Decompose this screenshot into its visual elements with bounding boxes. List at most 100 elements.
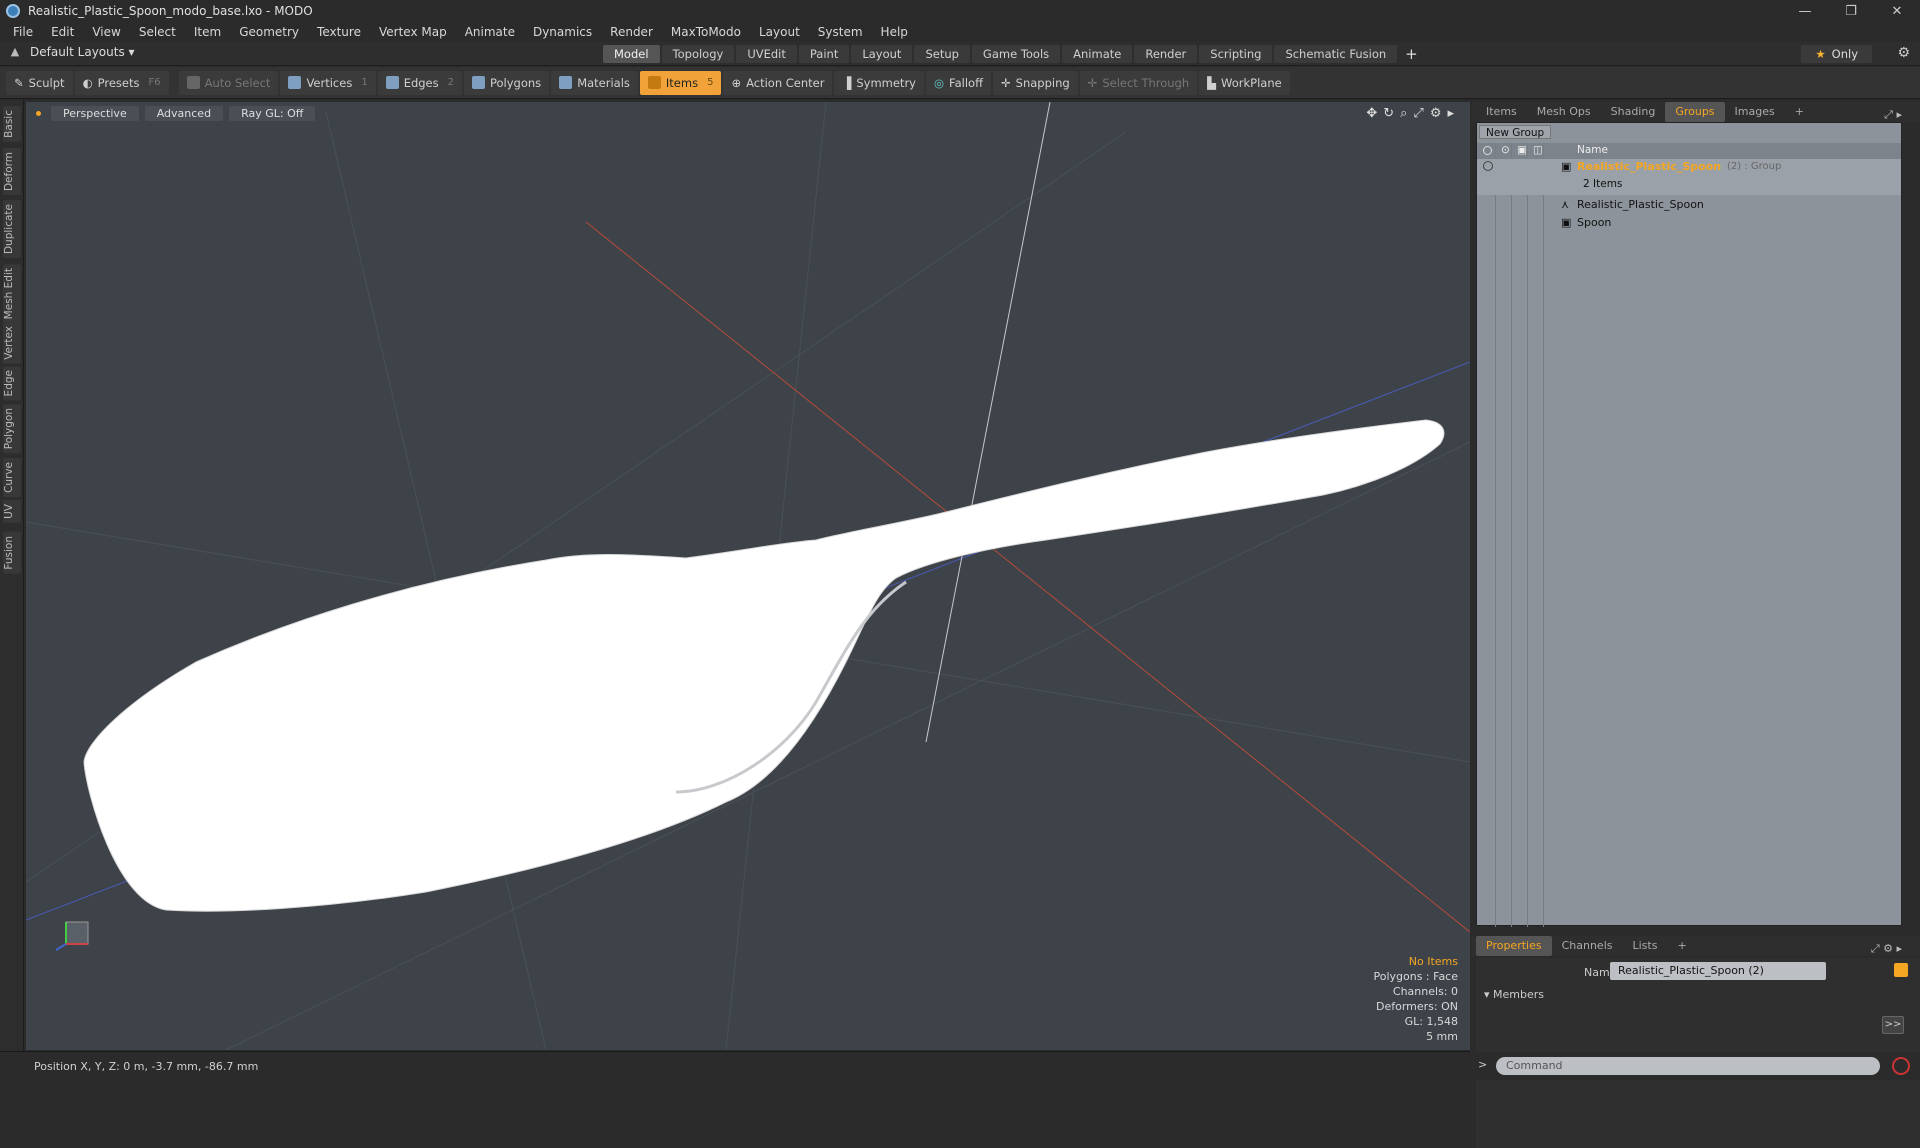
shading-dropdown[interactable]: Advanced bbox=[144, 106, 224, 121]
strip-tab-duplicate[interactable]: Duplicate bbox=[3, 200, 21, 259]
tab-topology[interactable]: Topology bbox=[661, 45, 735, 63]
groups-list[interactable]: New Group ⊙ ▣ ◫ Name ▣ Realistic_Plastic… bbox=[1476, 122, 1902, 927]
presets-label: Presets bbox=[97, 75, 140, 90]
tab-animate[interactable]: Animate bbox=[1062, 45, 1133, 63]
strip-tab-edge[interactable]: Edge bbox=[3, 366, 21, 401]
menu-system[interactable]: System bbox=[809, 25, 872, 39]
record-icon[interactable] bbox=[1892, 1057, 1910, 1075]
menu-render[interactable]: Render bbox=[601, 25, 662, 39]
props-expand-icon[interactable]: ⤢ ⚙ ▸ bbox=[1861, 939, 1912, 959]
strip-tab-polygon[interactable]: Polygon bbox=[3, 404, 21, 454]
tab-lists[interactable]: Lists bbox=[1623, 936, 1668, 956]
tab-setup[interactable]: Setup bbox=[914, 45, 970, 63]
gear-icon[interactable]: ⚙ bbox=[1897, 45, 1910, 61]
add-tab-button[interactable]: + bbox=[1399, 45, 1424, 63]
new-group-button[interactable]: New Group bbox=[1479, 125, 1552, 139]
strip-tab-deform[interactable]: Deform bbox=[3, 148, 21, 196]
edges-button[interactable]: Edges 2 bbox=[377, 70, 462, 95]
menu-dynamics[interactable]: Dynamics bbox=[524, 25, 601, 39]
tab-images[interactable]: Images bbox=[1725, 102, 1785, 122]
items-button[interactable]: Items 5 bbox=[639, 70, 722, 95]
restore-button[interactable]: ❐ bbox=[1828, 0, 1874, 22]
tab-mesh-ops[interactable]: Mesh Ops bbox=[1527, 102, 1601, 122]
sculpt-button[interactable]: ✎ Sculpt bbox=[6, 70, 73, 95]
group-child-row[interactable]: ▣ Spoon bbox=[1477, 215, 1901, 231]
maximize-icon[interactable]: ⤢ bbox=[1413, 106, 1423, 121]
materials-button[interactable]: Materials bbox=[551, 70, 638, 95]
menu-geometry[interactable]: Geometry bbox=[230, 25, 308, 39]
tab-channels[interactable]: Channels bbox=[1552, 936, 1623, 956]
tab-uvedit[interactable]: UVEdit bbox=[736, 45, 797, 63]
select-through-button[interactable]: ✛ Select Through bbox=[1079, 70, 1198, 95]
group-child-row[interactable]: ⋏ Realistic_Plastic_Spoon bbox=[1477, 197, 1901, 213]
pan-icon[interactable]: ✥ bbox=[1366, 106, 1377, 121]
members-section[interactable]: ▾ Members bbox=[1484, 988, 1544, 1001]
menu-view[interactable]: View bbox=[83, 25, 129, 39]
menu-animate[interactable]: Animate bbox=[456, 25, 524, 39]
name-field[interactable]: Realistic_Plastic_Spoon (2) bbox=[1610, 962, 1826, 980]
brush-icon: ✎ bbox=[14, 75, 24, 90]
command-input[interactable]: Command bbox=[1496, 1057, 1880, 1075]
tab-render[interactable]: Render bbox=[1134, 45, 1198, 63]
strip-tab-basic[interactable]: Basic bbox=[3, 106, 21, 142]
tab-paint[interactable]: Paint bbox=[798, 45, 850, 63]
menu-texture[interactable]: Texture bbox=[308, 25, 370, 39]
close-button[interactable]: ✕ bbox=[1874, 0, 1920, 22]
menu-vertex-map[interactable]: Vertex Map bbox=[370, 25, 456, 39]
add-panel-tab[interactable]: + bbox=[1785, 102, 1814, 122]
strip-tab-uv[interactable]: UV bbox=[3, 500, 21, 523]
group-color-swatch[interactable] bbox=[1894, 963, 1908, 977]
view-mode-dropdown[interactable]: Perspective bbox=[51, 106, 139, 121]
viewport-gear-icon[interactable]: ⚙ bbox=[1430, 106, 1442, 121]
tab-shading[interactable]: Shading bbox=[1601, 102, 1666, 122]
presets-button[interactable]: ◐ Presets F6 bbox=[74, 70, 169, 95]
groups-header: ⊙ ▣ ◫ Name bbox=[1477, 143, 1901, 159]
add-members-button[interactable]: >> bbox=[1882, 1016, 1904, 1034]
layouts-dropdown[interactable]: Default Layouts ▾ bbox=[30, 45, 135, 59]
tab-scripting[interactable]: Scripting bbox=[1199, 45, 1273, 63]
menu-edit[interactable]: Edit bbox=[42, 25, 83, 39]
menu-item[interactable]: Item bbox=[185, 25, 230, 39]
strip-tab-mesh-edit[interactable]: Mesh Edit bbox=[3, 264, 21, 324]
menu-bar: File Edit View Select Item Geometry Text… bbox=[0, 22, 1920, 42]
spoon-mesh[interactable] bbox=[83, 419, 1445, 912]
menu-help[interactable]: Help bbox=[872, 25, 917, 39]
workspace-tabs: Model Topology UVEdit Paint Layout Setup… bbox=[603, 45, 1424, 63]
strip-tab-fusion[interactable]: Fusion bbox=[3, 532, 21, 574]
info-polygons: Polygons : Face bbox=[1373, 970, 1458, 983]
rotate-icon[interactable]: ↻ bbox=[1383, 106, 1394, 121]
materials-icon bbox=[559, 76, 573, 89]
action-center-button[interactable]: ⊕ Action Center bbox=[723, 70, 833, 95]
tab-game-tools[interactable]: Game Tools bbox=[971, 45, 1061, 63]
menu-maxtomodo[interactable]: MaxToModo bbox=[662, 25, 750, 39]
snapping-button[interactable]: ✛ Snapping bbox=[993, 70, 1078, 95]
zoom-icon[interactable]: ⌕ bbox=[1400, 106, 1407, 121]
workplane-button[interactable]: ▙ WorkPlane bbox=[1199, 70, 1290, 95]
polygons-button[interactable]: Polygons bbox=[464, 70, 550, 95]
strip-tab-vertex[interactable]: Vertex bbox=[3, 322, 21, 364]
menu-file[interactable]: File bbox=[4, 25, 42, 39]
menu-select[interactable]: Select bbox=[130, 25, 185, 39]
tab-items[interactable]: Items bbox=[1476, 102, 1527, 122]
raygl-toggle[interactable]: Ray GL: Off bbox=[229, 106, 316, 121]
symmetry-button[interactable]: ▐ Symmetry bbox=[834, 70, 924, 95]
menu-layout[interactable]: Layout bbox=[750, 25, 809, 39]
vertices-button[interactable]: Vertices 1 bbox=[280, 70, 376, 95]
strip-tab-curve[interactable]: Curve bbox=[3, 458, 21, 497]
collapse-up-icon[interactable]: ▲ bbox=[8, 45, 22, 59]
tab-groups[interactable]: Groups bbox=[1665, 102, 1725, 122]
3d-viewport[interactable]: Perspective Advanced Ray GL: Off ✥ ↻ ⌕ ⤢… bbox=[26, 102, 1470, 1050]
falloff-button[interactable]: ◎ Falloff bbox=[925, 70, 991, 95]
render-header-icon: ▣ bbox=[1517, 144, 1527, 156]
minimize-button[interactable]: — bbox=[1782, 0, 1828, 22]
tab-properties[interactable]: Properties bbox=[1476, 936, 1552, 956]
tab-model[interactable]: Model bbox=[603, 45, 660, 63]
auto-select-button[interactable]: Auto Select bbox=[178, 70, 279, 95]
viewport-play-icon[interactable]: ▸ bbox=[1447, 106, 1454, 121]
group-row[interactable]: ▣ Realistic_Plastic_Spoon (2) : Group 2 … bbox=[1477, 159, 1901, 195]
tab-schematic-fusion[interactable]: Schematic Fusion bbox=[1274, 45, 1398, 63]
group-visibility-icon[interactable] bbox=[1483, 161, 1493, 171]
tab-layout[interactable]: Layout bbox=[851, 45, 913, 63]
add-props-tab[interactable]: + bbox=[1667, 936, 1696, 956]
only-toggle[interactable]: ★ Only bbox=[1801, 45, 1872, 63]
